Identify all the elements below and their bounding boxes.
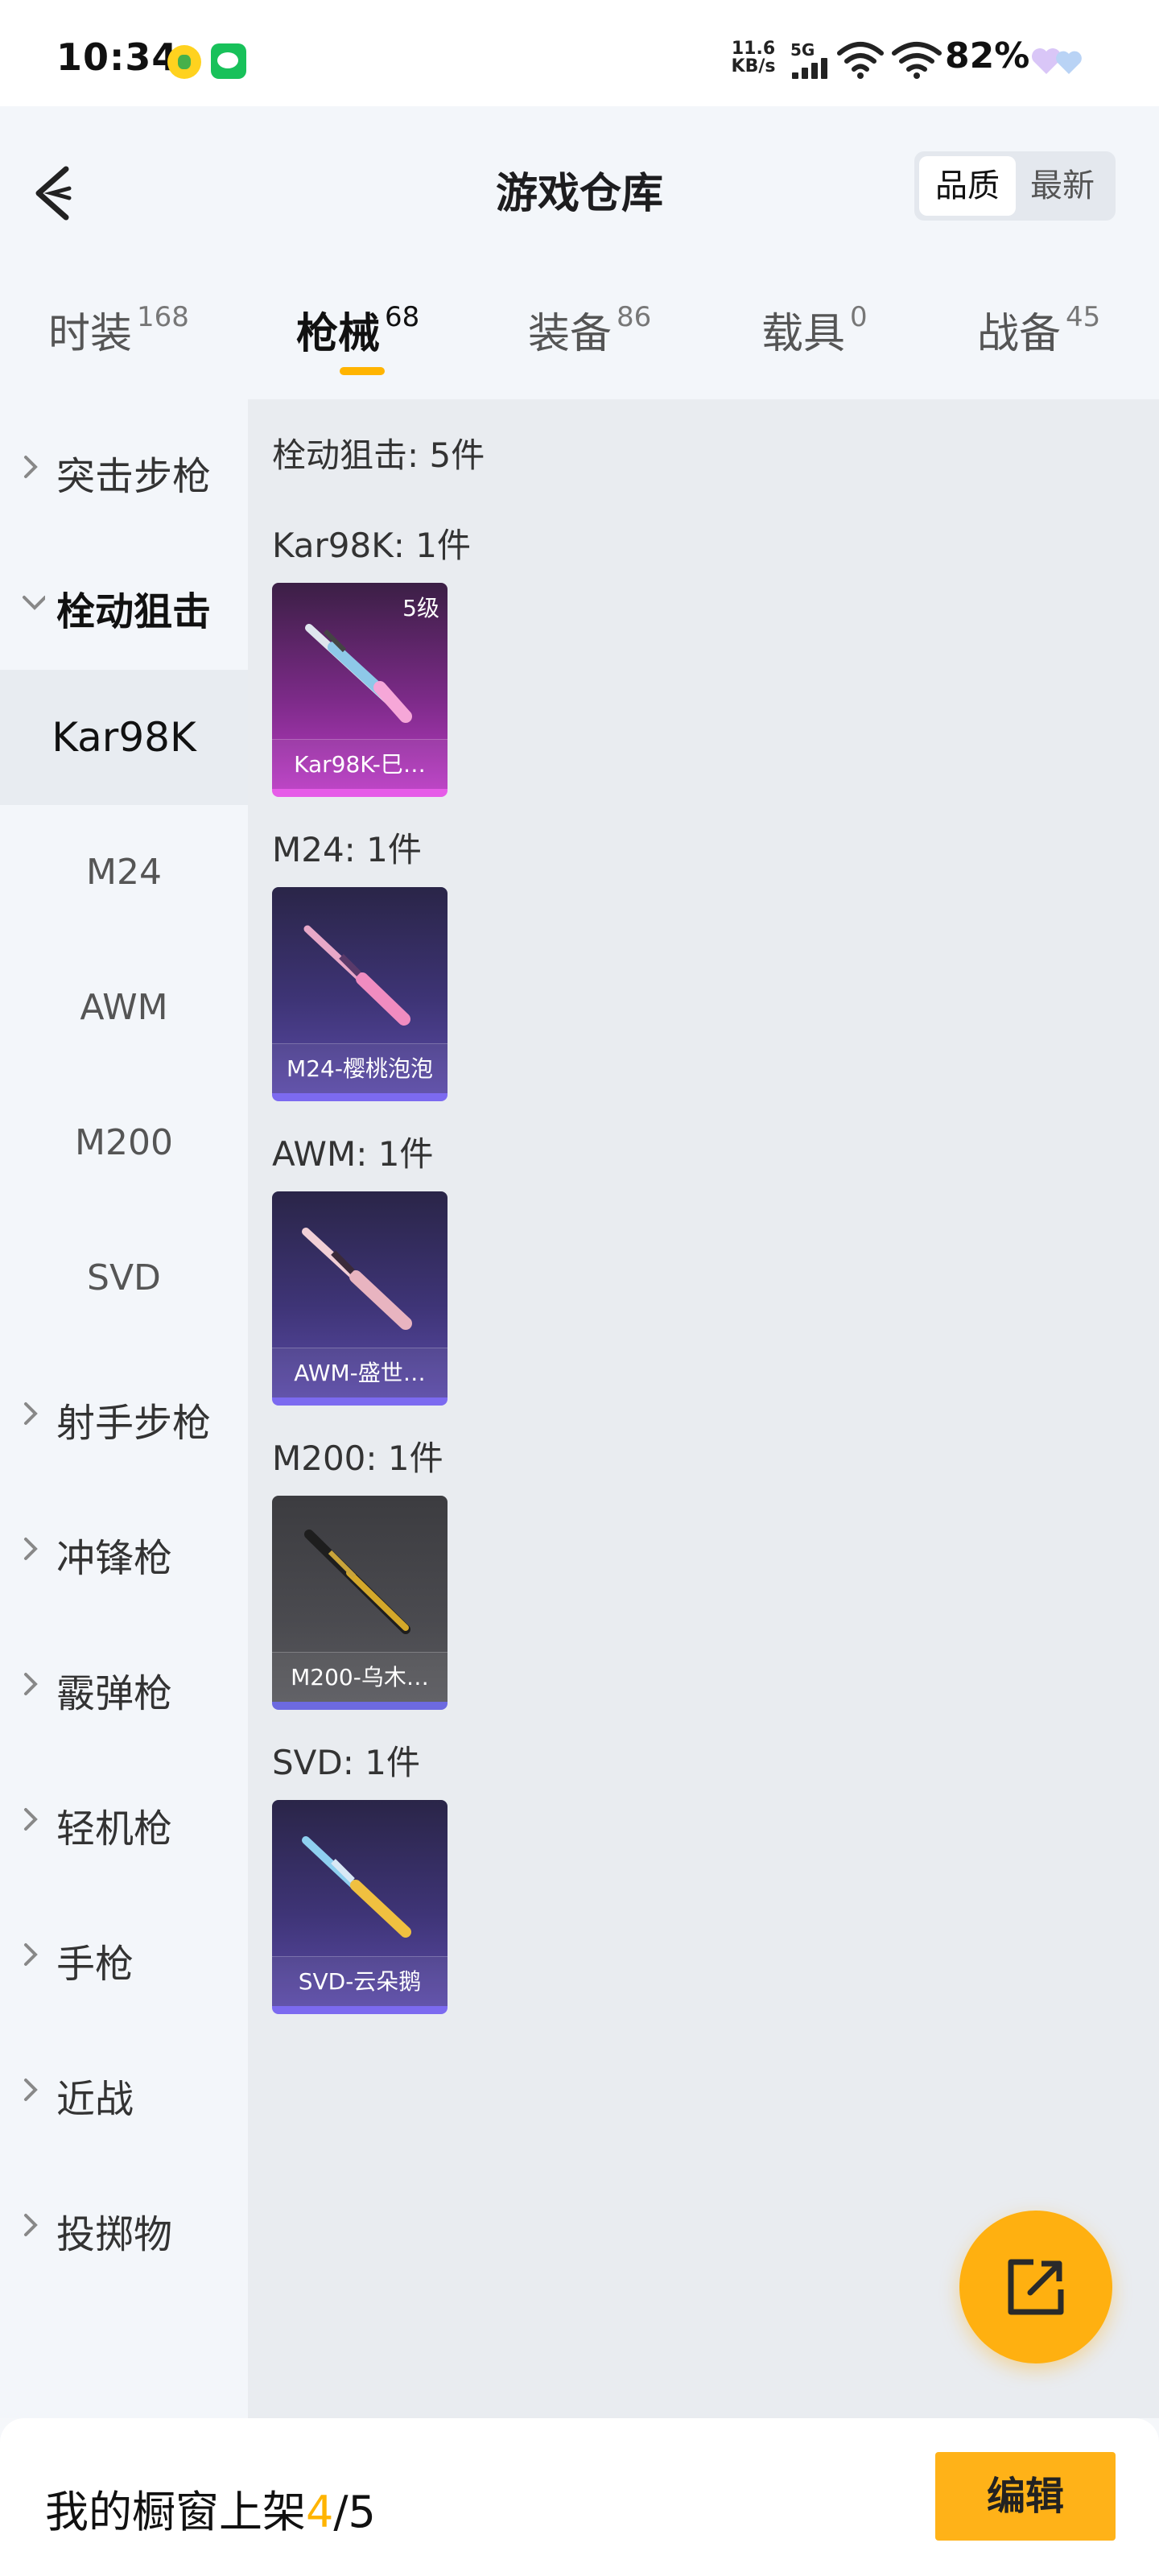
sidebar-item-melee[interactable]: 近战: [0, 2022, 248, 2157]
battery-level: 82%: [945, 35, 1030, 76]
sidebar-item-smg[interactable]: 冲锋枪: [0, 1481, 248, 1616]
tab-vehicles[interactable]: 载具 0: [761, 299, 868, 360]
chevron-right-icon: [24, 1402, 38, 1425]
rifle-image: [302, 1836, 411, 1938]
group-title: M200: 1件: [272, 1439, 443, 1478]
wechat-notification-icon: [211, 43, 246, 79]
app-header: 游戏仓库 品质 最新 时装 168 枪械 68 装备 86 载具 0 战备 45: [0, 106, 1159, 399]
signal-icon: [792, 58, 829, 79]
sidebar-item-pistol[interactable]: 手枪: [0, 1887, 248, 2022]
weapon-card-name: Kar98K-巳…: [272, 739, 448, 789]
tab-equipment[interactable]: 装备 86: [528, 299, 651, 360]
chevron-right-icon: [24, 1673, 38, 1695]
sidebar-sub-m200[interactable]: M200: [0, 1075, 248, 1211]
chevron-right-icon: [24, 2079, 38, 2101]
sort-quality-option[interactable]: 品质: [919, 156, 1016, 216]
showcase-count: 我的橱窗上架4/5: [45, 2487, 376, 2537]
section-header: 栓动狙击: 5件: [272, 436, 485, 475]
bottom-bar: 我的橱窗上架4/5 编辑: [0, 2418, 1159, 2576]
share-external-icon: [1008, 2259, 1064, 2315]
weapon-card[interactable]: M200-乌木…: [272, 1496, 448, 1710]
rifle-image: [303, 925, 410, 1026]
weapon-card[interactable]: SVD-云朵鹅: [272, 1800, 448, 2014]
weapon-category-sidebar: 突击步枪 栓动狙击 Kar98K M24 AWM M200 SVD 射手步枪 冲…: [0, 399, 248, 2418]
sidebar-sub-awm[interactable]: AWM: [0, 940, 248, 1075]
net-speed: 11.6 KB/s: [731, 39, 776, 76]
weapon-grid: 栓动狙击: 5件 Kar98K: 1件 5级 Kar98K-巳… M24: 1件…: [248, 399, 1159, 2418]
weapon-card-name: M24-樱桃泡泡: [272, 1043, 448, 1093]
wifi-icon: [837, 42, 884, 79]
sidebar-item-shotgun[interactable]: 霰弹枪: [0, 1616, 248, 1752]
chevron-down-icon: [23, 596, 45, 610]
sidebar-item-assault-rifle[interactable]: 突击步枪: [0, 399, 248, 535]
group-title: Kar98K: 1件: [272, 526, 472, 565]
sidebar-item-bolt-action[interactable]: 栓动狙击: [0, 535, 248, 670]
chevron-right-icon: [24, 456, 38, 478]
tab-firearms[interactable]: 枪械 68: [296, 299, 419, 360]
sidebar-item-marksman-rifle[interactable]: 射手步枪: [0, 1346, 248, 1481]
category-tabs: 时装 168 枪械 68 装备 86 载具 0 战备 45: [0, 283, 1159, 399]
rifle-image: [302, 1228, 412, 1330]
sidebar-sub-kar98k[interactable]: Kar98K: [0, 670, 248, 805]
group-title: M24: 1件: [272, 830, 422, 869]
chevron-right-icon: [24, 1808, 38, 1831]
sort-latest-option[interactable]: 最新: [1014, 156, 1111, 216]
chevron-right-icon: [24, 2214, 38, 2236]
sidebar-sub-svd[interactable]: SVD: [0, 1211, 248, 1346]
group-title: SVD: 1件: [272, 1743, 420, 1782]
tab-fashion[interactable]: 时装 168: [48, 299, 189, 360]
chevron-right-icon: [24, 1538, 38, 1560]
weapon-card-name: AWM-盛世…: [272, 1348, 448, 1397]
weapon-card[interactable]: 5级 Kar98K-巳…: [272, 583, 448, 797]
weapon-card-name: M200-乌木…: [272, 1652, 448, 1702]
chevron-right-icon: [24, 1943, 38, 1966]
active-tab-indicator: [340, 367, 385, 375]
group-title: AWM: 1件: [272, 1134, 434, 1174]
sidebar-item-lmg[interactable]: 轻机枪: [0, 1752, 248, 1887]
sidebar-sub-m24[interactable]: M24: [0, 805, 248, 940]
rifle-image: [304, 1530, 410, 1634]
sidebar-item-throwable[interactable]: 投掷物: [0, 2157, 248, 2293]
wifi-icon: [892, 42, 942, 79]
tab-supplies[interactable]: 战备 45: [977, 299, 1100, 360]
status-bar: 10:34 11.6 KB/s 5G 82%: [0, 0, 1159, 106]
weapon-card[interactable]: AWM-盛世…: [272, 1191, 448, 1406]
network-type: 5G: [790, 40, 815, 60]
share-button[interactable]: [959, 2211, 1112, 2363]
weapon-card[interactable]: M24-樱桃泡泡: [272, 887, 448, 1101]
rifle-image: [305, 624, 412, 723]
app-notification-icon: [167, 45, 201, 79]
sort-toggle: 品质 最新: [914, 151, 1116, 221]
status-time: 10:34: [56, 35, 179, 79]
hearts-icon: [1032, 48, 1082, 74]
edit-button[interactable]: 编辑: [935, 2452, 1116, 2541]
weapon-card-name: SVD-云朵鹅: [272, 1956, 448, 2006]
